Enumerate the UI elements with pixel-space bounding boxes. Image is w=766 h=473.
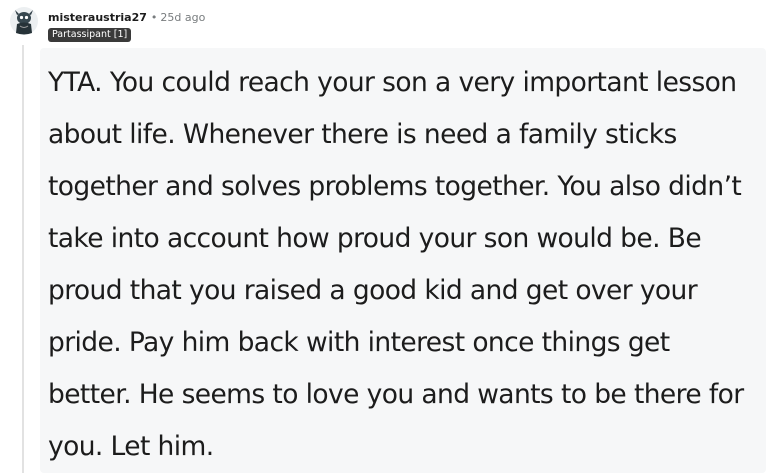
username-link[interactable]: misteraustria27 bbox=[48, 11, 147, 24]
timestamp[interactable]: 25d ago bbox=[160, 11, 205, 24]
meta-separator: • bbox=[150, 11, 158, 24]
snoo-avatar-icon[interactable] bbox=[9, 5, 39, 37]
comment: misteraustria27 • 25d ago Partassipant [1]… bbox=[0, 0, 766, 473]
comment-body-text: YTA. You could reach your son a very imp… bbox=[48, 67, 744, 462]
comment-meta: misteraustria27 • 25d ago bbox=[48, 8, 205, 26]
thread-line[interactable] bbox=[22, 45, 24, 473]
user-flair-badge: Partassipant [1] bbox=[48, 28, 132, 42]
